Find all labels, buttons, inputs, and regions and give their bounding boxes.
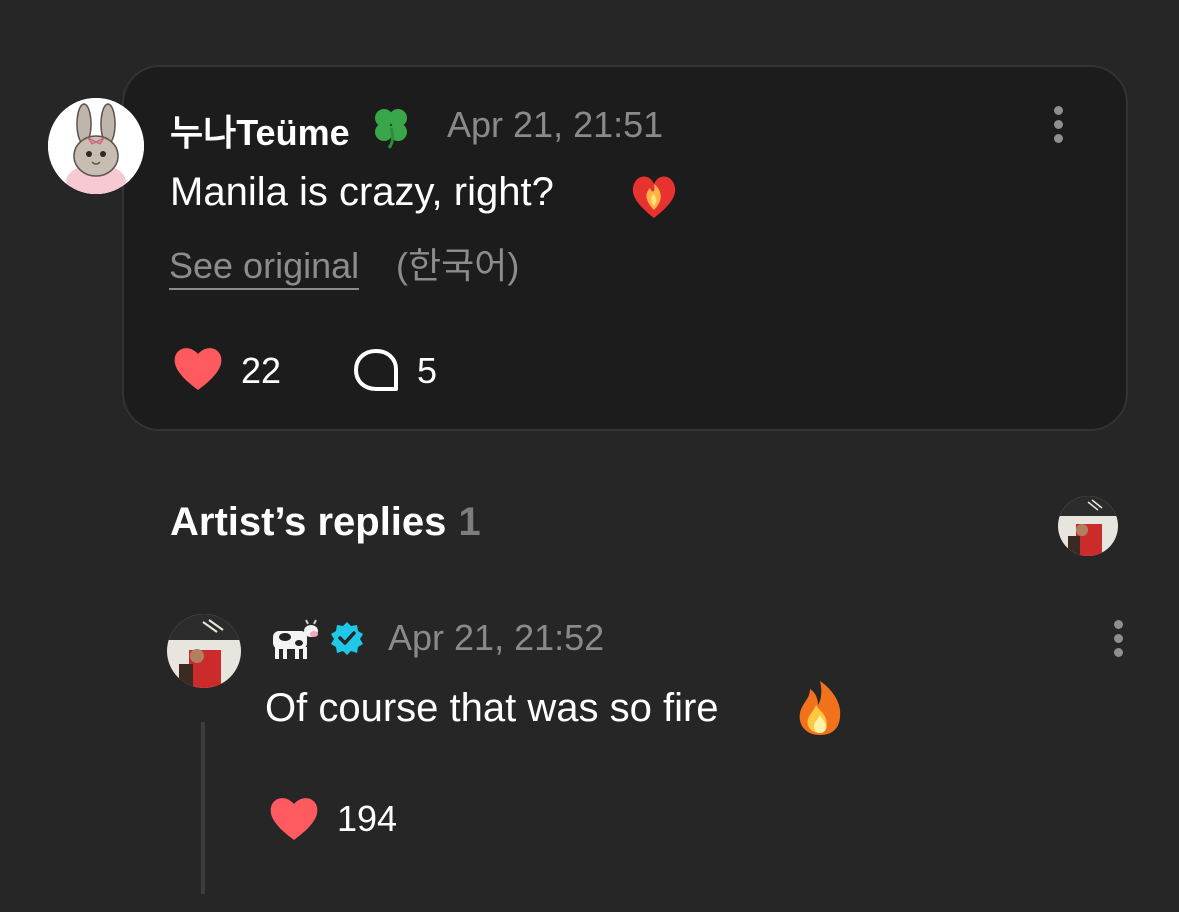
- comment-like-count: 22: [241, 350, 282, 391]
- like-heart-icon[interactable]: [171, 344, 225, 392]
- comment-timestamp: Apr 21, 21:51: [447, 104, 664, 145]
- artist-replies-count: 1: [458, 500, 481, 544]
- heart-on-fire-icon: [632, 176, 676, 218]
- commenter-name[interactable]: 누나Teüme: [170, 104, 350, 156]
- comment-text: Manila is crazy, right?: [170, 170, 554, 214]
- reply-timestamp: Apr 21, 21:52: [388, 617, 605, 658]
- cow-icon: [273, 619, 318, 659]
- four-leaf-clover-icon: [375, 109, 407, 149]
- original-language-label: (한국어): [396, 245, 520, 286]
- artist-avatar-small[interactable]: [1058, 496, 1118, 556]
- see-original-link[interactable]: See original: [169, 246, 360, 290]
- commenter-avatar[interactable]: [48, 98, 144, 194]
- artist-photo-icon: [1058, 496, 1118, 556]
- reply-more-options-icon[interactable]: [1112, 620, 1124, 660]
- reply-like-count: 194: [337, 798, 398, 839]
- artist-replies-label: Artist’s replies: [170, 500, 447, 544]
- fire-icon: [799, 681, 841, 735]
- bunny-avatar-icon: [48, 98, 144, 194]
- artist-replies-title: Artist’s replies 1: [170, 500, 481, 545]
- artist-photo-icon: [167, 614, 241, 688]
- reply-like-heart-icon[interactable]: [267, 794, 321, 842]
- comment-more-options-icon[interactable]: [1052, 106, 1064, 146]
- comment-reply-count: 5: [417, 350, 438, 391]
- artist-avatar[interactable]: [167, 614, 241, 688]
- reply-thread-line: [201, 722, 205, 894]
- reply-bubble-icon[interactable]: [352, 347, 400, 393]
- verified-badge-icon: [331, 622, 363, 655]
- reply-text: Of course that was so fire: [265, 686, 719, 730]
